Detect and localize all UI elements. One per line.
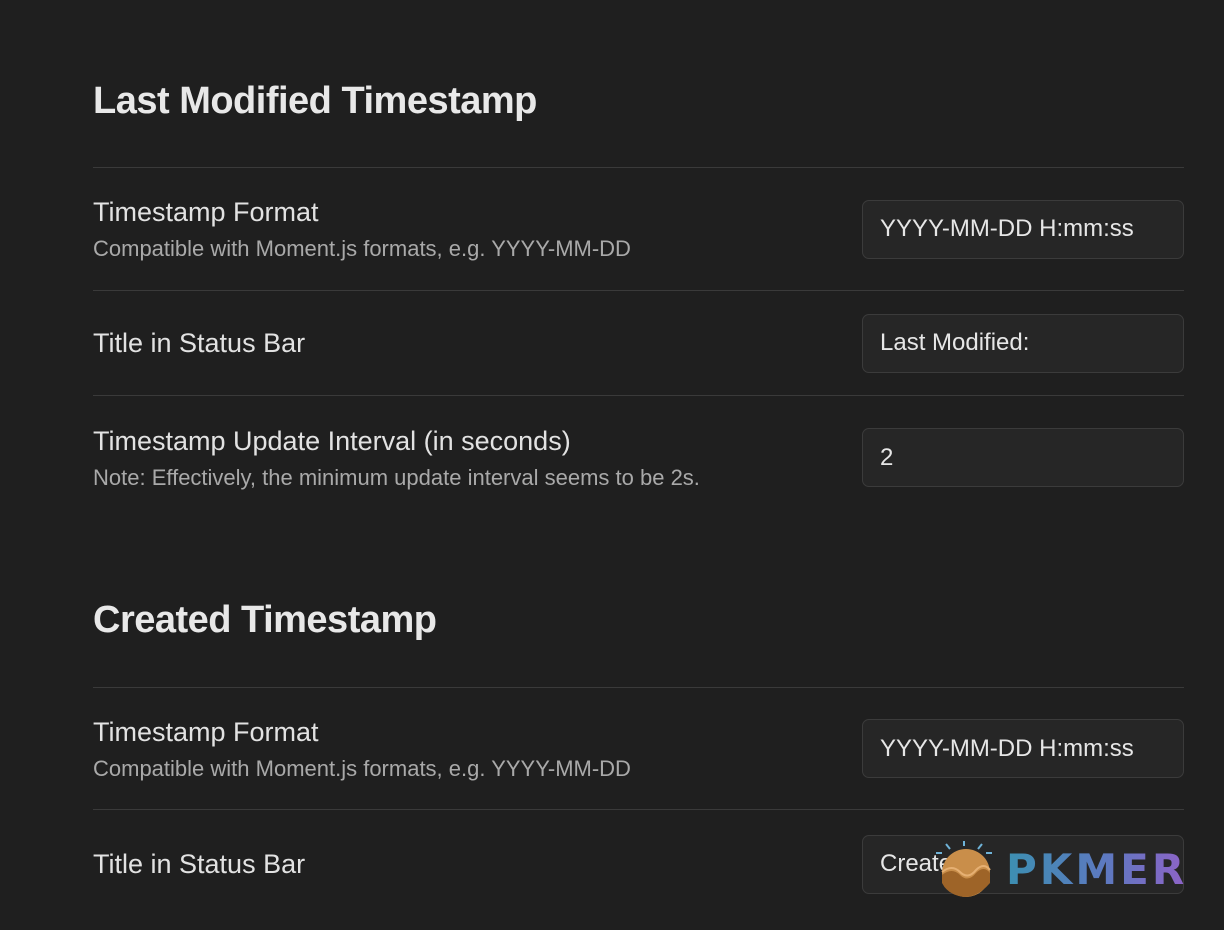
- setting-name: Timestamp Update Interval (in seconds): [93, 425, 571, 456]
- settings-page: Last Modified Timestamp Timestamp Format…: [0, 0, 1224, 930]
- setting-update-interval: Timestamp Update Interval (in seconds) N…: [93, 396, 1184, 519]
- last-modified-format-input[interactable]: [862, 199, 1184, 259]
- setting-info: Timestamp Format Compatible with Moment.…: [93, 715, 631, 783]
- setting-last-modified-title: Title in Status Bar: [93, 291, 1184, 396]
- setting-name: Title in Status Bar: [93, 328, 306, 358]
- pkmer-logo-icon: [934, 839, 994, 899]
- setting-description: Compatible with Moment.js formats, e.g. …: [93, 755, 631, 781]
- setting-name: Timestamp Format: [93, 197, 319, 227]
- setting-info: Title in Status Bar: [93, 326, 305, 360]
- setting-description: Compatible with Moment.js formats, e.g. …: [93, 236, 631, 261]
- setting-info: Timestamp Update Interval (in seconds) N…: [93, 424, 700, 492]
- update-interval-input[interactable]: [862, 428, 1184, 487]
- section-heading-created: Created Timestamp: [93, 519, 1184, 688]
- setting-name: Title in Status Bar: [93, 849, 306, 879]
- pkmer-watermark-text: PKMER: [1006, 844, 1188, 894]
- section-heading-last-modified: Last Modified Timestamp: [93, 0, 1184, 168]
- setting-created-format: Timestamp Format Compatible with Moment.…: [93, 688, 1184, 810]
- setting-info: Timestamp Format Compatible with Moment.…: [93, 195, 631, 263]
- setting-description: Note: Effectively, the minimum update in…: [93, 464, 700, 490]
- setting-name: Timestamp Format: [93, 716, 319, 747]
- setting-info: Title in Status Bar: [93, 847, 305, 881]
- settings-content: Last Modified Timestamp Timestamp Format…: [93, 0, 1184, 918]
- last-modified-title-input[interactable]: [862, 313, 1184, 373]
- created-format-input[interactable]: [862, 719, 1184, 778]
- pkmer-watermark: PKMER: [934, 836, 1204, 902]
- setting-last-modified-format: Timestamp Format Compatible with Moment.…: [93, 168, 1184, 291]
